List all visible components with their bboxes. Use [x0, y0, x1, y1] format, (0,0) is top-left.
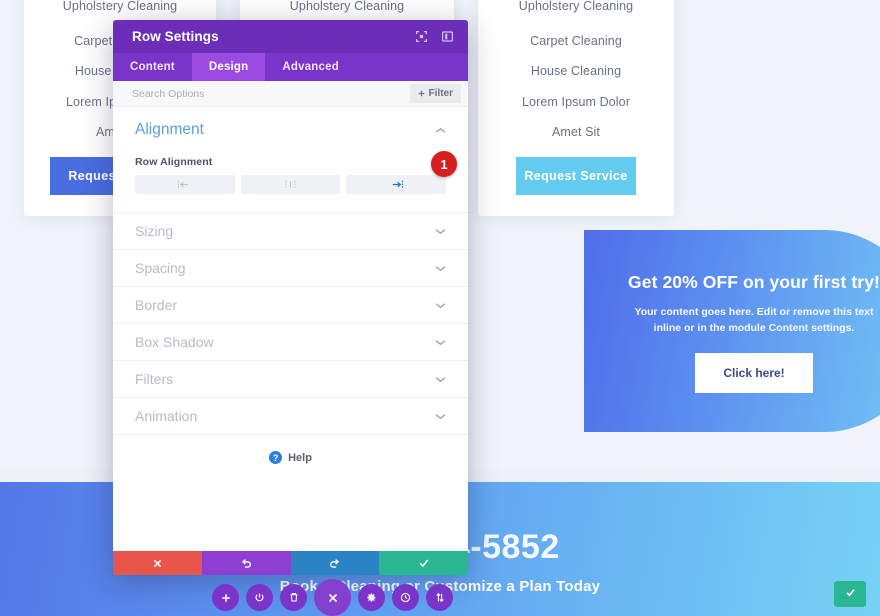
section-spacing[interactable]: Spacing	[113, 250, 468, 287]
service-item: Amet Sit	[551, 125, 601, 139]
request-service-button[interactable]: Request Service	[516, 156, 636, 195]
promo-banner: Get 20% OFF on your first try! Your cont…	[584, 230, 880, 432]
alignment-section-header[interactable]: Alignment	[135, 121, 446, 139]
section-border[interactable]: Border	[113, 287, 468, 324]
chevron-down-icon	[435, 376, 446, 382]
row-alignment-control	[135, 175, 447, 194]
pricing-card: Upholstery Cleaning Carpet Cleaning Hous…	[478, 0, 674, 216]
undo-icon	[241, 558, 251, 568]
section-animation[interactable]: Animation	[113, 398, 468, 435]
delete-button[interactable]	[280, 584, 307, 611]
question-mark-icon: ?	[269, 451, 283, 464]
chevron-down-icon	[435, 339, 446, 345]
align-center-button[interactable]	[240, 175, 341, 194]
portability-button[interactable]	[426, 584, 453, 611]
filter-button[interactable]: Filter	[409, 84, 461, 103]
tab-advanced[interactable]: Advanced	[265, 53, 356, 81]
undo-button[interactable]	[201, 551, 291, 575]
section-border-label: Border	[135, 297, 178, 313]
align-right-icon	[392, 180, 403, 189]
chevron-up-icon	[435, 127, 446, 133]
gear-icon	[367, 593, 376, 602]
builder-screen: Upholstery Cleaning Carpet Cleaning Hous…	[0, 0, 880, 616]
tab-design[interactable]: Design	[191, 53, 266, 81]
align-right-button[interactable]	[346, 175, 447, 194]
promo-heading: Get 20% OFF on your first try!	[628, 272, 880, 292]
align-center-icon	[285, 180, 296, 189]
search-bar: Filter	[113, 81, 468, 107]
section-box-shadow[interactable]: Box Shadow	[113, 324, 468, 361]
modal-footer	[113, 551, 468, 575]
plus-icon	[418, 90, 424, 97]
alignment-section-title: Alignment	[135, 121, 204, 138]
chevron-down-icon	[435, 302, 446, 308]
add-section-button[interactable]	[212, 584, 239, 611]
expand-icon[interactable]	[413, 28, 430, 45]
settings-button[interactable]	[358, 584, 385, 611]
service-item: Upholstery Cleaning	[62, 0, 178, 13]
check-icon	[845, 589, 855, 597]
section-spacing-label: Spacing	[135, 260, 186, 276]
chevron-down-icon	[435, 265, 446, 271]
power-icon	[255, 593, 264, 602]
plus-icon	[221, 593, 230, 602]
redo-icon	[330, 558, 340, 568]
page-save-button[interactable]	[834, 581, 866, 607]
trash-icon	[289, 593, 298, 602]
chevron-down-icon	[435, 228, 446, 234]
dock-layout-icon[interactable]	[439, 28, 456, 45]
close-icon	[328, 593, 337, 602]
promo-body: Your content goes here. Edit or remove t…	[634, 306, 874, 335]
row-settings-modal: Row Settings Content Design Advanced Sea…	[113, 20, 468, 575]
clock-icon	[400, 592, 411, 603]
filter-button-label: Filter	[428, 88, 453, 99]
tab-content[interactable]: Content	[113, 53, 192, 81]
alignment-section: Alignment Row Alignment	[113, 107, 468, 213]
modal-body: Alignment Row Alignment Sizing Spacing B…	[113, 107, 468, 551]
close-builder-button[interactable]	[314, 579, 351, 616]
modal-title: Row Settings	[132, 29, 219, 44]
step-badge: 1	[431, 151, 457, 177]
section-filters-label: Filters	[135, 371, 174, 387]
service-item: House Cleaning	[530, 64, 622, 78]
close-icon	[153, 559, 162, 567]
row-alignment-label: Row Alignment	[135, 156, 213, 168]
help-label: Help	[288, 451, 312, 464]
discard-changes-button[interactable]	[113, 551, 202, 575]
builder-toolbar	[212, 579, 453, 616]
service-item: Carpet Cleaning	[530, 33, 622, 48]
help-link[interactable]: ? Help	[113, 435, 468, 464]
section-filters[interactable]: Filters	[113, 361, 468, 398]
service-item: Lorem Ipsum Dolor	[522, 94, 630, 109]
section-animation-label: Animation	[135, 408, 198, 424]
modal-tabs: Content Design Advanced	[113, 53, 468, 81]
align-left-button[interactable]	[135, 175, 235, 194]
history-button[interactable]	[392, 584, 419, 611]
save-button[interactable]	[379, 551, 468, 575]
wireframe-button[interactable]	[246, 584, 273, 611]
section-sizing[interactable]: Sizing	[113, 213, 468, 250]
check-icon	[419, 559, 428, 568]
service-item: Upholstery Cleaning	[518, 0, 634, 13]
redo-button[interactable]	[290, 551, 380, 575]
section-box-shadow-label: Box Shadow	[135, 334, 214, 350]
modal-header-actions	[413, 28, 456, 45]
chevron-down-icon	[435, 413, 446, 419]
updown-arrows-icon	[435, 592, 444, 603]
service-item: Upholstery Cleaning	[289, 0, 405, 13]
align-left-icon	[178, 180, 189, 189]
promo-cta-button[interactable]: Click here!	[695, 352, 813, 393]
search-input[interactable]	[132, 87, 410, 100]
modal-header: Row Settings	[113, 20, 468, 53]
section-sizing-label: Sizing	[135, 223, 174, 239]
